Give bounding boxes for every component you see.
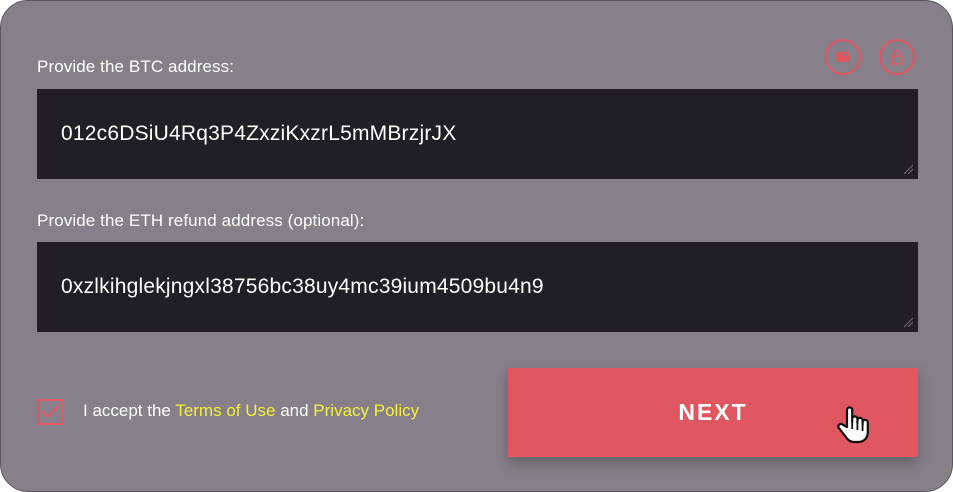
accept-prefix: I accept the xyxy=(83,401,171,420)
btc-address-value: 012c6DSiU4Rq3P4ZxziKxzrL5mMBrzjrJX xyxy=(61,122,457,145)
and-text: and xyxy=(280,401,309,420)
eth-refund-address-value: 0xzlkihglekjngxl38756bc38uy4mc39ium4509b… xyxy=(61,275,544,298)
resize-grip-icon[interactable] xyxy=(903,164,914,175)
accept-terms-checkbox[interactable] xyxy=(37,399,63,425)
card-icon-button[interactable] xyxy=(825,39,861,75)
btc-address-label: Provide the BTC address: xyxy=(37,57,235,76)
privacy-policy-link[interactable]: Privacy Policy xyxy=(313,401,419,420)
lock-icon-button[interactable] xyxy=(879,39,915,75)
eth-refund-address-label: Provide the ETH refund address (optional… xyxy=(37,211,365,230)
lock-icon xyxy=(891,49,903,65)
exchange-form-card: Provide the BTC address: 012c6DSiU4Rq3P4… xyxy=(0,0,953,492)
resize-grip-icon[interactable] xyxy=(903,317,914,328)
btc-address-field[interactable]: 012c6DSiU4Rq3P4ZxziKxzrL5mMBrzjrJX xyxy=(37,89,918,179)
checkmark-icon xyxy=(41,405,59,419)
terms-of-use-link[interactable]: Terms of Use xyxy=(175,401,275,420)
hand-pointer-cursor-icon xyxy=(837,406,869,444)
eth-refund-address-field[interactable]: 0xzlkihglekjngxl38756bc38uy4mc39ium4509b… xyxy=(37,242,918,332)
accept-terms-text: I accept the Terms of Use and Privacy Po… xyxy=(83,401,419,421)
next-button-label: NEXT xyxy=(678,399,748,425)
card-icon xyxy=(836,52,850,62)
